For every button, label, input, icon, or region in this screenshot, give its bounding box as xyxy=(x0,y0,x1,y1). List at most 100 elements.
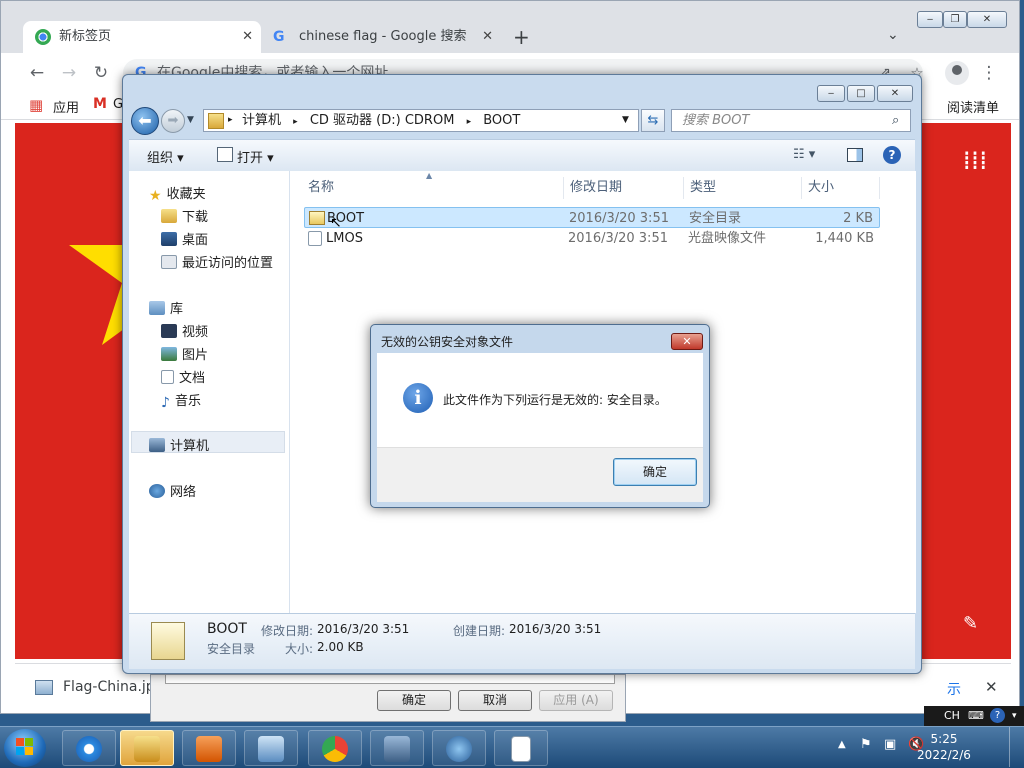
close-icon[interactable]: ✕ xyxy=(482,21,493,53)
nav-recent[interactable]: 最近访问的位置 xyxy=(161,252,273,271)
taskbar-notepad[interactable] xyxy=(494,730,548,766)
minimize-icon[interactable]: ‒ xyxy=(817,85,845,102)
nav-favorites[interactable]: ★ 收藏夹 xyxy=(149,183,206,204)
folder-icon xyxy=(134,736,160,762)
chevron-down-icon[interactable]: ▼ xyxy=(622,110,629,131)
cancel-button[interactable]: 取消 xyxy=(458,690,532,711)
reload-icon[interactable]: ↻ xyxy=(89,61,113,85)
refresh-icon[interactable]: ⇆ xyxy=(641,109,665,132)
nav-documents[interactable]: 文档 xyxy=(161,367,205,386)
file-row-boot[interactable]: BOOT 2016/3/20 3:51 安全目录 2 KB xyxy=(304,207,880,228)
column-size[interactable]: 大小 xyxy=(802,177,880,199)
breadcrumb-cdrom[interactable]: CD 驱动器 (D:) CDROM xyxy=(310,113,455,128)
tab-google-search[interactable]: G chinese flag - Google 搜索 ✕ xyxy=(263,21,501,53)
details-modified-value: 2016/3/20 3:51 xyxy=(317,622,410,636)
menu-dots-icon[interactable]: ⋮ xyxy=(977,61,1001,85)
keyboard-icon[interactable]: ⌨ xyxy=(968,706,984,726)
download-filename[interactable]: Flag-China.jpg xyxy=(63,679,164,695)
close-icon[interactable]: ✕ xyxy=(985,678,998,696)
details-name: BOOT xyxy=(207,621,247,637)
show-desktop-button[interactable] xyxy=(1009,727,1024,767)
column-type[interactable]: 类型 xyxy=(684,177,802,199)
taskbar-app[interactable] xyxy=(370,730,424,766)
apps-grid-icon: ▦ xyxy=(29,96,43,114)
nav-computer[interactable]: 计算机 xyxy=(149,435,209,454)
chevron-right-icon: ▸ xyxy=(293,117,298,127)
tab-label: 新标签页 xyxy=(59,29,112,44)
edit-pencil-icon[interactable]: ✎ xyxy=(963,613,978,634)
apply-button[interactable]: 应用 (A) xyxy=(539,690,613,711)
chevron-up-icon[interactable]: ▲ xyxy=(838,739,846,750)
restore-icon[interactable]: ❐ xyxy=(943,11,967,28)
security-catalog-icon xyxy=(309,211,325,225)
nav-downloads[interactable]: 下载 xyxy=(161,206,208,225)
breadcrumb-computer[interactable]: 计算机 xyxy=(242,113,281,128)
taskbar-control-panel[interactable] xyxy=(244,730,298,766)
apps-grid-icon[interactable]: ⁞⁞⁞ xyxy=(957,143,993,179)
column-modified[interactable]: 修改日期 xyxy=(564,177,684,199)
globe-icon xyxy=(446,736,472,762)
history-dropdown-icon[interactable]: ▼ xyxy=(187,115,194,125)
nav-libraries[interactable]: 库 xyxy=(149,298,183,317)
column-name[interactable]: 名称 xyxy=(302,177,564,199)
taskbar-network[interactable] xyxy=(432,730,486,766)
taskbar-chrome[interactable] xyxy=(308,730,362,766)
close-icon[interactable]: ✕ xyxy=(242,21,253,53)
help-icon[interactable]: ? xyxy=(990,708,1005,723)
profile-avatar[interactable] xyxy=(945,61,969,85)
file-modified: 2016/3/20 3:51 xyxy=(568,231,668,246)
nav-pictures[interactable]: 图片 xyxy=(161,344,208,363)
details-size-label: 大小: xyxy=(285,642,314,656)
tab-search-icon[interactable]: ⌄ xyxy=(887,27,899,43)
ime-label[interactable]: CH xyxy=(944,706,960,726)
address-bar[interactable]: ▸ 计算机 ▸ CD 驱动器 (D:) CDROM ▸ BOOT ▼ xyxy=(203,109,639,132)
help-icon[interactable]: ? xyxy=(883,146,901,164)
nav-videos[interactable]: 视频 xyxy=(161,321,208,340)
preview-pane-icon[interactable] xyxy=(847,148,863,162)
chrome-icon xyxy=(35,29,51,45)
breadcrumb-boot[interactable]: BOOT xyxy=(483,113,520,128)
nav-music[interactable]: ♪ 音乐 xyxy=(161,390,201,411)
new-tab-button[interactable]: + xyxy=(513,25,530,49)
disc-image-icon xyxy=(308,231,322,246)
view-options-icon[interactable]: ☷ ▾ xyxy=(793,147,815,162)
gmail-icon: M xyxy=(93,96,107,112)
ok-button[interactable]: 确定 xyxy=(377,690,451,711)
nav-desktop[interactable]: 桌面 xyxy=(161,229,208,248)
taskbar-ie[interactable] xyxy=(62,730,116,766)
avatar-head xyxy=(952,65,962,75)
network-status-icon[interactable]: ▣ xyxy=(884,737,896,752)
start-button[interactable] xyxy=(4,729,46,767)
close-icon[interactable]: ✕ xyxy=(877,85,913,102)
system-clock[interactable]: 5:25 2022/2/6 xyxy=(912,731,976,763)
ok-button[interactable]: 确定 xyxy=(613,458,697,486)
maximize-icon[interactable]: □ xyxy=(847,85,875,102)
organize-menu[interactable]: 组织 ▾ xyxy=(147,147,184,166)
windows-logo-red xyxy=(16,738,24,746)
chevron-down-icon[interactable]: ▾ xyxy=(1012,706,1017,726)
forward-arrow-icon[interactable]: → xyxy=(57,61,81,85)
file-row-lmos[interactable]: LMOS 2016/3/20 3:51 光盘映像文件 1,440 KB xyxy=(304,228,880,249)
taskbar-media-player[interactable] xyxy=(182,730,236,766)
invalid-file-dialog: 无效的公钥安全对象文件 ✕ i 此文件作为下列运行是无效的: 安全目录。 确定 xyxy=(370,324,710,508)
minimize-icon[interactable]: ‒ xyxy=(917,11,943,28)
bookmark-apps[interactable]: 应用 xyxy=(53,97,79,116)
taskbar-explorer[interactable] xyxy=(120,730,174,766)
video-icon xyxy=(161,324,177,338)
pictures-icon xyxy=(161,347,177,361)
close-icon[interactable]: ✕ xyxy=(671,333,703,350)
action-center-flag-icon[interactable]: ⚑ xyxy=(860,737,872,752)
show-all-link[interactable]: 示 xyxy=(947,679,961,699)
forward-button[interactable]: ➡ xyxy=(161,109,185,133)
open-menu[interactable]: 打开 ▾ xyxy=(237,147,274,166)
tab-new-tab[interactable]: 新标签页 ✕ xyxy=(23,21,261,53)
details-type: 安全目录 xyxy=(207,642,256,656)
search-icon[interactable]: ⌕ xyxy=(892,110,899,131)
nav-network[interactable]: 网络 xyxy=(149,481,196,500)
back-button[interactable]: ⬅ xyxy=(131,107,159,135)
close-icon[interactable]: ✕ xyxy=(967,11,1007,28)
open-label: 打开 xyxy=(237,151,264,166)
back-arrow-icon[interactable]: ← xyxy=(25,61,49,85)
search-input[interactable]: 搜索 BOOT ⌕ xyxy=(671,109,911,132)
reading-list[interactable]: 阅读清单 xyxy=(947,97,999,116)
